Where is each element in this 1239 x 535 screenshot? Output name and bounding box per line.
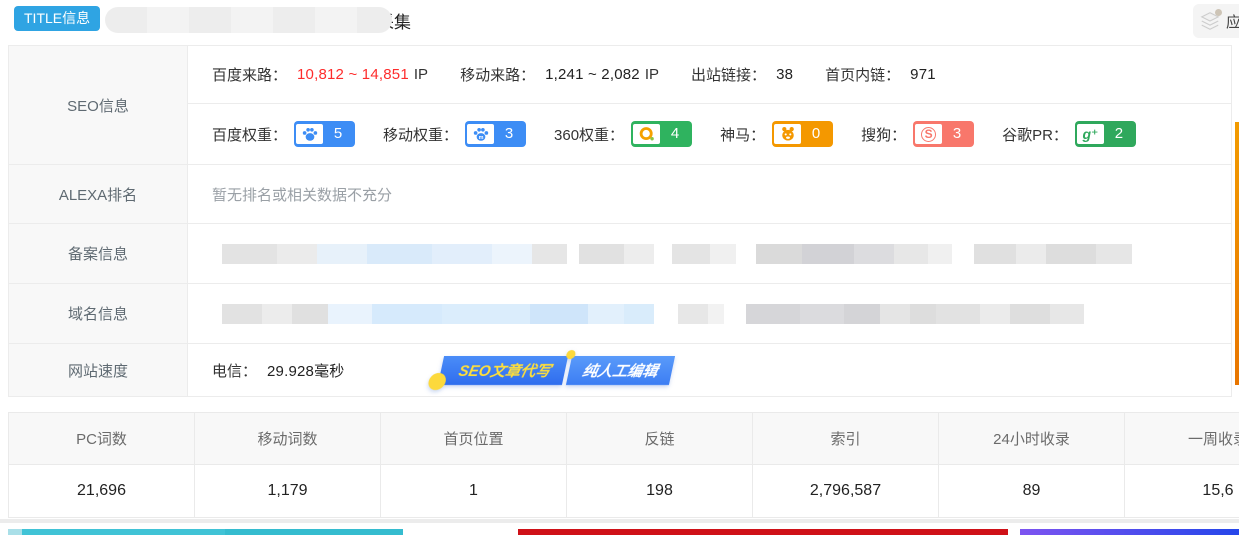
apps-label: 应	[1226, 11, 1239, 32]
baidu-mobile-paw-icon: m	[467, 124, 494, 144]
orange-edge-strip	[1235, 122, 1239, 385]
notification-dot-icon	[1215, 9, 1222, 16]
redacted-domain-info	[222, 304, 1084, 324]
seo-article-promo-badge[interactable]: SEO文章代写 纯人工编辑	[437, 356, 674, 385]
seo-report-page: TITLE信息 采集 应 SEO信息 百度来路： 10,812 ~ 14,851	[0, 0, 1239, 535]
shenma-icon	[774, 124, 801, 144]
row-icp-record: 备案信息	[9, 223, 1231, 283]
sogou-weight: 搜狗： S 3	[861, 121, 974, 147]
stat-header-row: PC词数 移动词数 首页位置 反链 索引 24小时收录 一周收录	[9, 413, 1239, 465]
stat-value: 15,6	[1125, 465, 1239, 517]
shenma-weight: 神马：	[720, 121, 833, 147]
stat-header: 反链	[567, 413, 753, 465]
row-seo-info: SEO信息 百度来路： 10,812 ~ 14,851 IP 移动来路： 1,2…	[9, 46, 1231, 164]
google-pr: 谷歌PR： g⁺ 2	[1002, 121, 1136, 147]
stat-value: 2,796,587	[753, 465, 939, 517]
sogou-weight-badge[interactable]: S 3	[913, 121, 974, 147]
keyword-stat-table: PC词数 移动词数 首页位置 反链 索引 24小时收录 一周收录 21,696 …	[8, 412, 1239, 518]
baidu-weight-badge[interactable]: 5	[294, 121, 355, 147]
stat-header: 首页位置	[381, 413, 567, 465]
alexa-no-data-text: 暂无排名或相关数据不充分	[212, 184, 392, 205]
stat-header: 索引	[753, 413, 939, 465]
telecom-speed-value: 29.928毫秒	[267, 360, 344, 381]
row-domain-info: 域名信息	[9, 283, 1231, 343]
traffic-subrow: 百度来路： 10,812 ~ 14,851 IP 移动来路： 1,241 ~ 2…	[188, 46, 1231, 104]
shenma-weight-badge[interactable]: 0	[772, 121, 833, 147]
header: TITLE信息 采集 应	[0, 0, 1239, 44]
outbound-links-value: 38	[776, 66, 793, 83]
mobile-traffic-value: 1,241 ~ 2,082	[545, 66, 640, 83]
mobile-weight: 移动权重： m	[383, 121, 526, 147]
stat-value: 21,696	[9, 465, 195, 517]
banner-bar-red	[518, 529, 1008, 535]
baidu-traffic: 百度来路： 10,812 ~ 14,851 IP	[212, 64, 428, 85]
promo-text-right: 纯人工编辑	[565, 356, 674, 385]
svg-text:m: m	[478, 135, 483, 141]
weight-360: 360权重： 4	[554, 121, 692, 147]
row-label: ALEXA排名	[9, 165, 188, 223]
banner-bar-purple	[1020, 529, 1239, 535]
weights-subrow: 百度权重： 5	[188, 104, 1231, 164]
promo-dot-icon	[426, 373, 447, 390]
homepage-inner-links-value: 971	[910, 66, 936, 83]
redacted-icp-info	[222, 244, 1132, 264]
outbound-links: 出站链接： 38	[691, 64, 793, 85]
baidu-weight: 百度权重： 5	[212, 121, 355, 147]
sogou-s-icon: S	[915, 124, 942, 144]
row-label: 网站速度	[9, 344, 188, 396]
stat-header: 一周收录	[1125, 413, 1239, 465]
google-plus-icon: g⁺	[1077, 124, 1104, 144]
seo-info-table: SEO信息 百度来路： 10,812 ~ 14,851 IP 移动来路： 1,2…	[8, 45, 1232, 397]
stat-header: 移动词数	[195, 413, 381, 465]
promo-text-left: SEO文章代写	[437, 356, 567, 385]
row-alexa: ALEXA排名 暂无排名或相关数据不充分	[9, 164, 1231, 223]
bottom-divider-strip	[0, 519, 1239, 523]
telecom-speed: 电信： 29.928毫秒	[212, 360, 345, 381]
title-info-badge: TITLE信息	[14, 6, 100, 31]
stat-value: 1,179	[195, 465, 381, 517]
apps-shortcut[interactable]: 应	[1193, 4, 1239, 38]
stat-value: 198	[567, 465, 753, 517]
stat-header: 24小时收录	[939, 413, 1125, 465]
mobile-traffic: 移动来路： 1,241 ~ 2,082 IP	[460, 64, 659, 85]
mobile-weight-badge[interactable]: m 3	[465, 121, 526, 147]
google-pr-badge[interactable]: g⁺ 2	[1075, 121, 1136, 147]
baidu-paw-icon	[296, 124, 323, 144]
weight-360-badge[interactable]: 4	[631, 121, 692, 147]
row-label: SEO信息	[9, 46, 188, 164]
row-label: 备案信息	[9, 224, 188, 283]
banner-bar-cyan	[8, 529, 403, 535]
stat-value: 1	[381, 465, 567, 517]
redacted-site-title	[105, 7, 392, 33]
baidu-traffic-value: 10,812 ~ 14,851	[297, 66, 409, 83]
360-ring-icon	[633, 124, 660, 144]
row-site-speed: 网站速度 电信： 29.928毫秒 SEO文章代写 纯人工编辑	[9, 343, 1231, 396]
stat-value: 89	[939, 465, 1125, 517]
homepage-inner-links: 首页内链： 971	[825, 64, 936, 85]
stat-header: PC词数	[9, 413, 195, 465]
row-label: 域名信息	[9, 284, 188, 343]
stat-value-row: 21,696 1,179 1 198 2,796,587 89 15,6	[9, 465, 1239, 517]
